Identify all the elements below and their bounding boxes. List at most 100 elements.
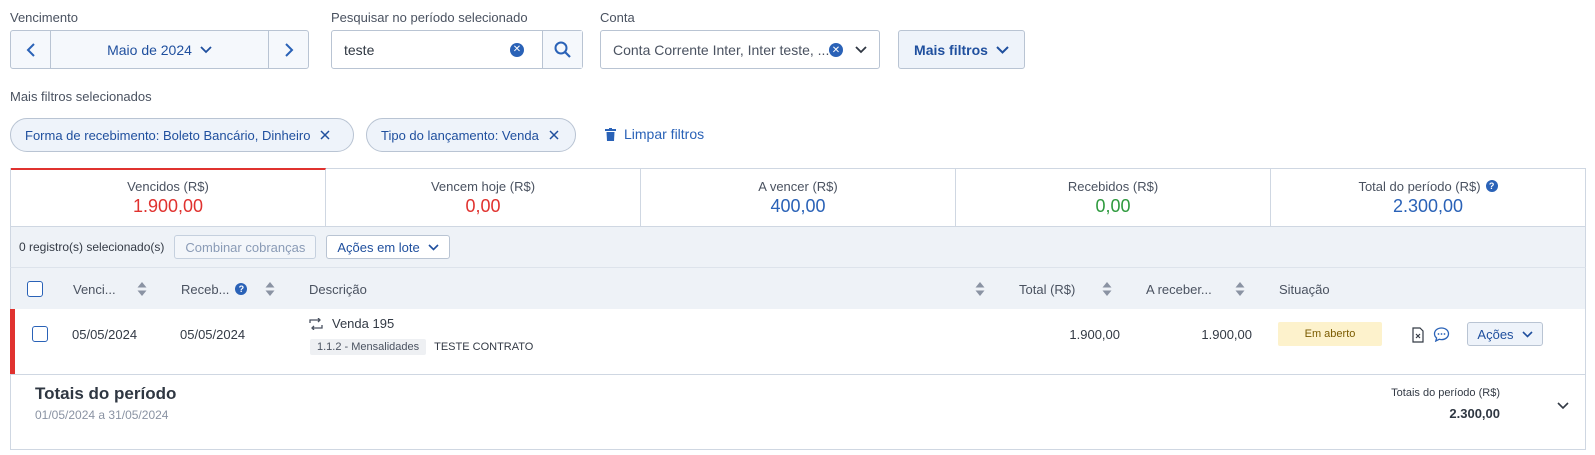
row-recebimento: 05/05/2024 — [180, 327, 246, 342]
chip-label: Tipo do lançamento: Venda — [381, 127, 539, 143]
column-header-a-receber[interactable]: A receber... — [1146, 268, 1212, 310]
row-status-wrap: Em aberto — [1278, 322, 1382, 346]
sort-icon[interactable] — [137, 281, 147, 297]
chevron-down-icon — [200, 45, 212, 53]
contract-label: TESTE CONTRATO — [434, 341, 534, 353]
sort-icon[interactable] — [1235, 281, 1245, 297]
summary-label: Vencem hoje (R$) — [430, 178, 536, 194]
clear-search-icon[interactable]: ✕ — [510, 43, 524, 57]
chevron-right-icon — [284, 42, 293, 57]
batch-actions-button[interactable]: Ações em lote — [326, 235, 450, 259]
row-vencimento: 05/05/2024 — [72, 327, 138, 342]
selection-bar: 0 registro(s) selecionado(s) Combinar co… — [10, 227, 1586, 267]
row-checkbox[interactable] — [32, 326, 48, 342]
select-all-checkbox[interactable] — [27, 281, 43, 297]
totals-title: Totais do período — [35, 384, 177, 403]
filter-chip-tipo-lancamento[interactable]: Tipo do lançamento: Venda — [366, 118, 576, 152]
chevron-down-icon — [1521, 330, 1533, 338]
chevron-down-icon — [855, 46, 867, 54]
totals-right-label: Totais do período (R$) — [1391, 387, 1500, 399]
row-descricao[interactable]: Venda 195 — [308, 316, 394, 331]
totals-right-value: 2.300,00 — [1449, 406, 1500, 421]
summary-value: 400,00 — [770, 195, 826, 216]
chevron-left-icon — [26, 42, 35, 57]
column-header-vencimento[interactable]: Venci... — [73, 268, 116, 310]
sort-icon[interactable] — [1102, 281, 1112, 297]
account-value: Conta Corrente Inter, Inter teste, ... — [613, 41, 830, 58]
search-field: teste ✕ — [331, 30, 583, 69]
chevron-down-icon — [428, 243, 439, 251]
period-selector: Maio de 2024 — [10, 30, 309, 69]
row-actions-button[interactable]: Ações — [1467, 322, 1543, 346]
summary-card-a-vencer[interactable]: A vencer (R$) 400,00 — [641, 169, 956, 226]
table-row[interactable]: 05/05/2024 05/05/2024 Venda 195 1.1.2 - … — [10, 309, 1586, 374]
trash-icon — [605, 127, 616, 141]
period-value: Maio de 2024 — [107, 41, 192, 58]
search-input-value: teste — [344, 41, 375, 58]
invoice-document-icon[interactable] — [1412, 327, 1424, 343]
selected-filters-title: Mais filtros selecionados — [10, 89, 152, 104]
chevron-down-icon[interactable] — [1557, 402, 1569, 410]
search-button[interactable] — [542, 31, 582, 68]
message-icon-wrap[interactable] — [1433, 327, 1450, 345]
status-badge: Em aberto — [1278, 322, 1382, 346]
clear-account-icon[interactable]: ✕ — [829, 43, 843, 57]
clear-filters-label: Limpar filtros — [624, 126, 705, 142]
close-icon[interactable] — [549, 130, 559, 140]
filter-chip-forma-recebimento[interactable]: Forma de recebimento: Boleto Bancário, D… — [10, 118, 354, 152]
category-tag: 1.1.2 - Mensalidades — [310, 339, 427, 355]
clear-filters-link[interactable]: Limpar filtros — [605, 126, 704, 142]
summary-label: Recebidos (R$) — [1067, 178, 1159, 194]
column-header-label: Receb... — [181, 281, 230, 297]
more-filters-button[interactable]: Mais filtros — [898, 30, 1025, 69]
summary-cards: Vencidos (R$) 1.900,00 Vencem hoje (R$) … — [10, 168, 1586, 227]
totals-range: 01/05/2024 a 31/05/2024 — [35, 408, 169, 422]
summary-card-recebidos[interactable]: Recebidos (R$) 0,00 — [956, 169, 1271, 226]
help-icon[interactable]: ? — [235, 283, 248, 295]
row-descricao-text: Venda 195 — [332, 316, 395, 331]
period-dropdown[interactable]: Maio de 2024 — [51, 31, 268, 68]
column-header-descricao[interactable]: Descrição — [309, 268, 367, 310]
select-all-checkbox-wrap — [27, 268, 43, 310]
combine-charges-button[interactable]: Combinar cobranças — [174, 235, 317, 259]
batch-actions-label: Ações em lote — [337, 239, 420, 255]
next-period-button[interactable] — [268, 31, 308, 68]
chat-bubble-icon[interactable] — [1433, 327, 1450, 343]
summary-label: Total do período (R$) — [1358, 178, 1481, 194]
search-icon — [554, 41, 571, 58]
sort-icon[interactable] — [975, 281, 985, 297]
period-totals-panel: Totais do período 01/05/2024 a 31/05/202… — [10, 374, 1586, 450]
column-header-total[interactable]: Total (R$) — [1019, 268, 1075, 310]
invoice-icon-wrap[interactable] — [1412, 327, 1424, 346]
summary-card-vencidos[interactable]: Vencidos (R$) 1.900,00 — [11, 168, 326, 226]
row-checkbox-wrap — [32, 326, 48, 342]
row-total: 1.900,00 — [1069, 327, 1120, 342]
summary-value: 0,00 — [1095, 195, 1131, 216]
search-label: Pesquisar no período selecionado — [331, 10, 528, 25]
summary-value: 0,00 — [465, 195, 501, 216]
account-select[interactable]: Conta Corrente Inter, Inter teste, ... ✕ — [600, 30, 880, 69]
conta-label: Conta — [600, 10, 635, 25]
previous-period-button[interactable] — [11, 31, 51, 68]
summary-label: A vencer (R$) — [758, 178, 838, 194]
table-header: Venci... Receb... ? Descrição Total (R$)… — [10, 267, 1586, 309]
help-icon[interactable]: ? — [1485, 180, 1498, 192]
search-input[interactable]: teste ✕ — [332, 31, 542, 68]
row-actions-wrap: Ações — [1467, 322, 1543, 346]
column-header-situacao: Situação — [1279, 281, 1330, 297]
summary-card-vencem-hoje[interactable]: Vencem hoje (R$) 0,00 — [326, 169, 641, 226]
column-header-recebimento[interactable]: Receb... ? — [181, 268, 248, 310]
vencimento-label: Vencimento — [10, 10, 78, 25]
summary-label: Vencidos (R$) — [127, 179, 209, 194]
selected-count: 0 registro(s) selecionado(s) — [19, 240, 165, 254]
repeat-icon — [309, 317, 323, 330]
summary-card-total-periodo[interactable]: Total do período (R$) ? 2.300,00 — [1271, 169, 1585, 226]
row-actions-label: Ações — [1477, 326, 1514, 342]
more-filters-label: Mais filtros — [914, 41, 988, 58]
sort-icon[interactable] — [265, 281, 275, 297]
chevron-down-icon — [996, 45, 1009, 54]
row-tags: 1.1.2 - Mensalidades TESTE CONTRATO — [310, 339, 533, 355]
close-icon[interactable] — [320, 130, 330, 140]
summary-value: 2.300,00 — [1392, 195, 1464, 216]
summary-label-wrap: Total do período (R$) ? — [1358, 178, 1498, 194]
